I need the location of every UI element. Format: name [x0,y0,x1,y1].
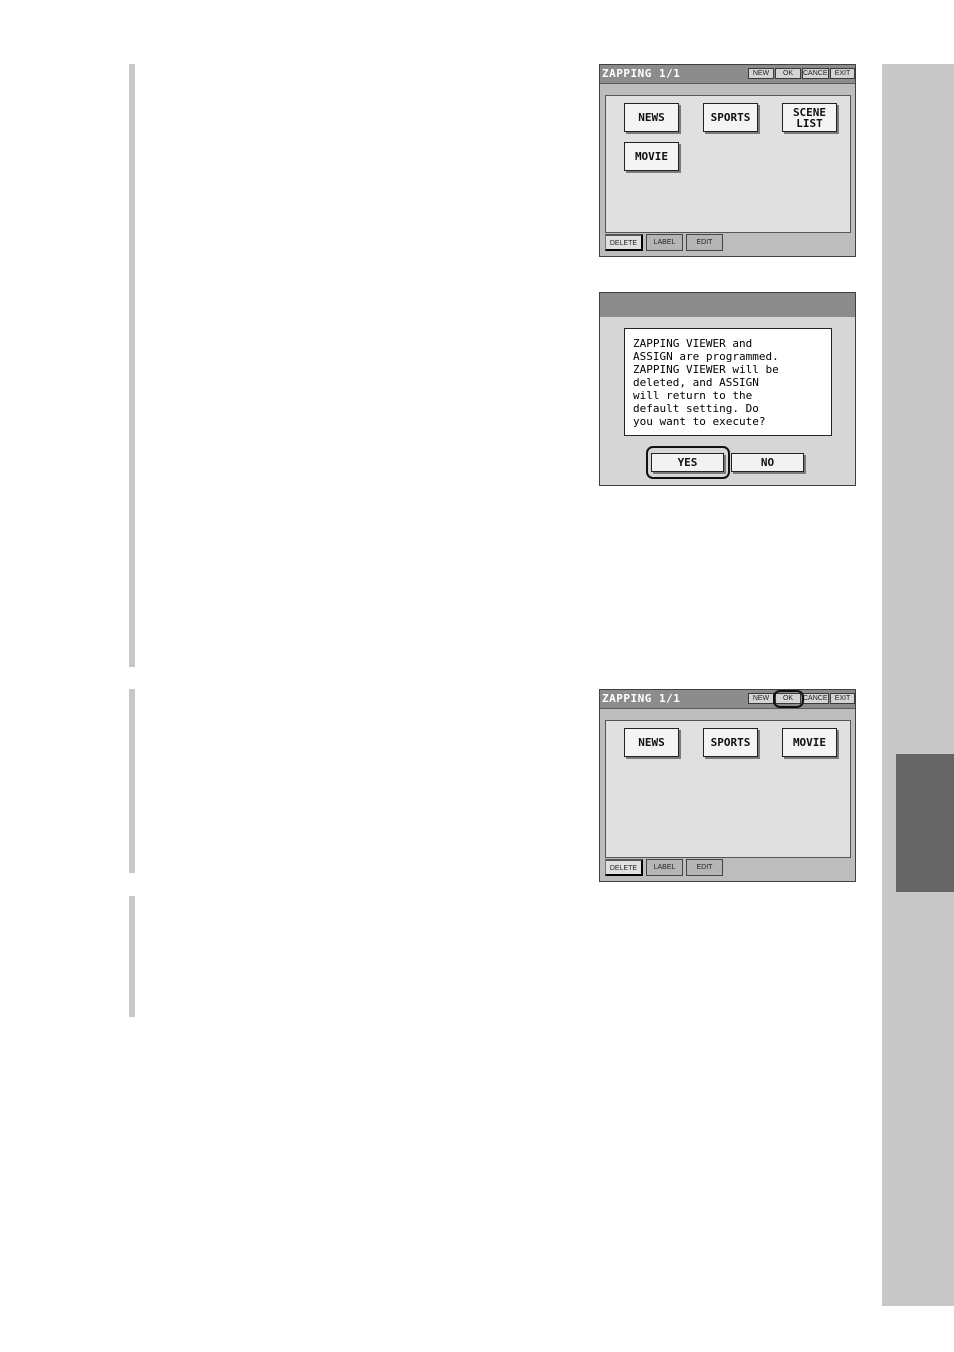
zapping-button-panel: NEWS SPORTS SCENE LIST MOVIE [605,95,851,233]
tab-label[interactable]: LABEL [646,234,683,251]
zapping-button-panel: NEWS SPORTS MOVIE [605,720,851,858]
title-bar: ZAPPING 1/1 NEW OK CANCEL EXIT [600,690,855,709]
ok-button[interactable]: OK [775,68,801,79]
tab-label[interactable]: LABEL [646,859,683,876]
new-button[interactable]: NEW [748,68,774,79]
tab-edit[interactable]: EDIT [686,234,723,251]
title-bar: ZAPPING 1/1 NEW OK CANCEL EXIT [600,65,855,84]
dialog-message: ZAPPING VIEWER and ASSIGN are programmed… [624,328,832,436]
movie-button[interactable]: MOVIE [782,728,837,757]
new-button[interactable]: NEW [748,693,774,704]
screen-title: ZAPPING 1/1 [602,692,681,705]
zapping-screen-before: ZAPPING 1/1 NEW OK CANCEL EXIT NEWS SPOR… [599,64,856,257]
ok-button[interactable]: OK [775,693,801,704]
step-bar-3 [129,896,135,1017]
side-index-tab [882,64,954,1306]
news-button[interactable]: NEWS [624,728,679,757]
sports-button[interactable]: SPORTS [703,728,758,757]
tab-edit[interactable]: EDIT [686,859,723,876]
tab-delete[interactable]: DELETE [605,859,643,876]
exit-button[interactable]: EXIT [830,693,855,704]
screen-title: ZAPPING 1/1 [602,67,681,80]
no-button[interactable]: NO [731,453,804,472]
news-button[interactable]: NEWS [624,103,679,132]
sports-button[interactable]: SPORTS [703,103,758,132]
movie-button[interactable]: MOVIE [624,142,679,171]
side-index-marker [896,754,954,892]
confirm-dialog: ZAPPING VIEWER and ASSIGN are programmed… [599,292,856,486]
cancel-button[interactable]: CANCEL [802,693,829,704]
scene-list-button[interactable]: SCENE LIST [782,103,837,132]
cancel-button[interactable]: CANCEL [802,68,829,79]
yes-button[interactable]: YES [651,453,724,472]
tab-delete[interactable]: DELETE [605,234,643,251]
dialog-title-bar [600,293,855,317]
step-bar-2 [129,689,135,873]
zapping-screen-after: ZAPPING 1/1 NEW OK CANCEL EXIT NEWS SPOR… [599,689,856,882]
step-bar-1 [129,64,135,667]
exit-button[interactable]: EXIT [830,68,855,79]
